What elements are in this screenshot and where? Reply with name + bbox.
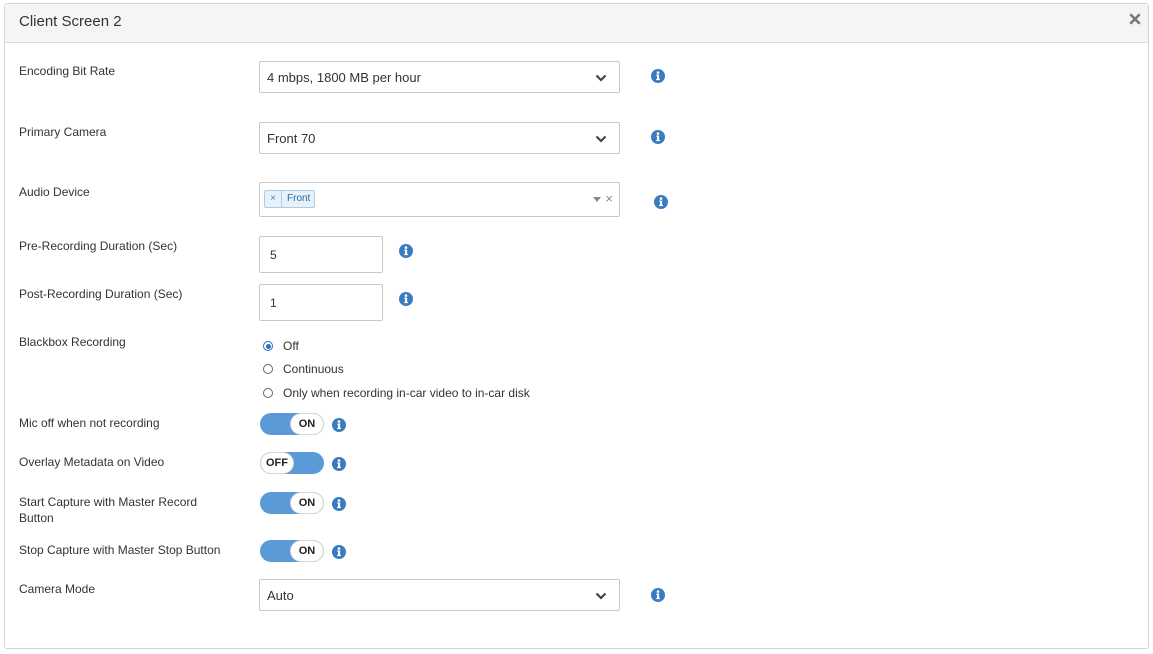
encoding-bit-rate-label: Encoding Bit Rate	[19, 64, 116, 78]
close-icon[interactable]	[1128, 12, 1142, 26]
chevron-down-icon	[595, 592, 607, 600]
radio-continuous[interactable]: Continuous	[263, 362, 344, 376]
toggle-state: ON	[291, 493, 323, 513]
stop-capture-toggle[interactable]: ON	[260, 540, 324, 562]
radio-button[interactable]	[263, 388, 273, 398]
primary-camera-value: Front 70	[267, 131, 316, 146]
encoding-bit-rate-value: 4 mbps, 1800 MB per hour	[267, 70, 421, 85]
primary-camera-label: Primary Camera	[19, 125, 107, 139]
info-icon[interactable]	[332, 545, 346, 559]
audio-device-tag: × Front	[264, 190, 316, 208]
mic-off-label: Mic off when not recording	[19, 416, 160, 430]
primary-camera-select[interactable]: Front 70	[259, 122, 620, 154]
pre-recording-input[interactable]	[259, 236, 383, 273]
info-icon[interactable]	[651, 69, 665, 83]
info-icon[interactable]	[651, 588, 665, 602]
chevron-down-icon	[595, 135, 607, 143]
chevron-down-icon	[595, 74, 607, 82]
overlay-metadata-toggle[interactable]: OFF	[260, 452, 324, 474]
dialog-header: Client Screen 2	[5, 4, 1148, 43]
audio-device-label: Audio Device	[19, 185, 90, 199]
info-icon[interactable]	[651, 130, 665, 144]
audio-device-multiselect[interactable]: × Front ×	[259, 182, 620, 217]
start-capture-label: Start Capture with Master Record Button	[19, 495, 198, 525]
overlay-metadata-label: Overlay Metadata on Video	[19, 455, 165, 469]
tag-remove-icon[interactable]: ×	[265, 191, 282, 207]
mic-off-toggle[interactable]: ON	[260, 413, 324, 435]
radio-in-car-only[interactable]: Only when recording in-car video to in-c…	[263, 386, 530, 400]
info-icon[interactable]	[654, 195, 668, 209]
stop-capture-label: Stop Capture with Master Stop Button	[19, 543, 221, 557]
radio-label-off: Off	[283, 339, 299, 353]
start-capture-toggle[interactable]: ON	[260, 492, 324, 514]
info-icon[interactable]	[332, 497, 346, 511]
info-icon[interactable]	[332, 418, 346, 432]
radio-label-continuous: Continuous	[283, 362, 344, 376]
radio-off[interactable]: Off	[263, 339, 299, 353]
info-icon[interactable]	[332, 457, 346, 471]
blackbox-recording-label: Blackbox Recording	[19, 335, 126, 349]
toggle-state: ON	[291, 414, 323, 434]
radio-button[interactable]	[263, 364, 273, 374]
post-recording-label: Post-Recording Duration (Sec)	[19, 287, 183, 301]
caret-down-icon[interactable]	[593, 197, 601, 202]
info-icon[interactable]	[399, 292, 413, 306]
toggle-state: ON	[291, 541, 323, 561]
info-icon[interactable]	[399, 244, 413, 258]
tag-label: Front	[287, 193, 311, 204]
radio-label-in-car-only: Only when recording in-car video to in-c…	[283, 386, 530, 400]
clear-icon[interactable]: ×	[605, 192, 613, 206]
camera-mode-label: Camera Mode	[19, 582, 96, 596]
dialog-title: Client Screen 2	[19, 13, 122, 30]
camera-mode-select[interactable]: Auto	[259, 579, 620, 611]
post-recording-input[interactable]	[259, 284, 383, 321]
toggle-state: OFF	[261, 453, 293, 473]
camera-mode-value: Auto	[267, 588, 294, 603]
pre-recording-label: Pre-Recording Duration (Sec)	[19, 239, 178, 253]
encoding-bit-rate-select[interactable]: 4 mbps, 1800 MB per hour	[259, 61, 620, 93]
radio-button[interactable]	[263, 341, 273, 351]
